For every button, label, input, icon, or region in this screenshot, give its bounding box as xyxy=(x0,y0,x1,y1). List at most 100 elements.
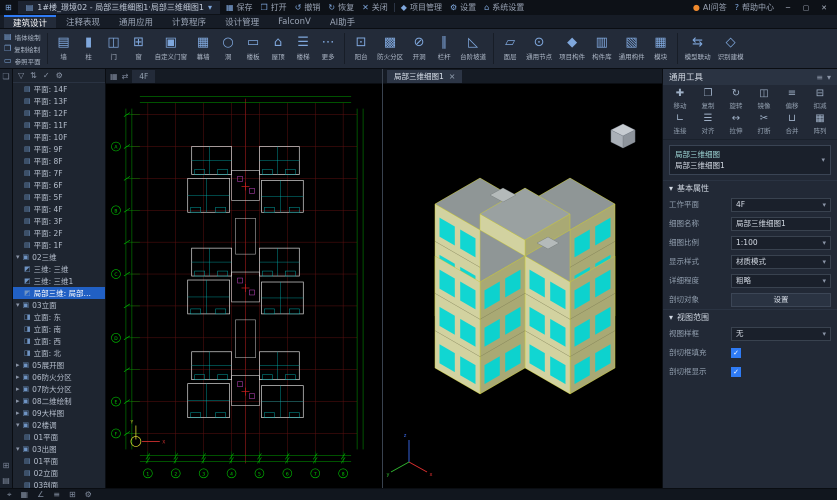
break-tool[interactable]: ✂打断 xyxy=(750,113,778,135)
tree-item[interactable]: ▤01平面 xyxy=(13,455,105,467)
type-selector[interactable]: 局部三维细图 局部三维细图1 ▾ xyxy=(669,145,831,175)
property-dropdown[interactable]: 4F▾ xyxy=(731,198,831,212)
ribbon-button-window[interactable]: ⊞窗 xyxy=(127,31,151,66)
tree-item[interactable]: ▤平面: 13F xyxy=(13,95,105,107)
ribbon-button-column[interactable]: ▮柱 xyxy=(77,31,101,66)
ribbon-button-recognize-model[interactable]: ◇识别建模 xyxy=(715,31,747,66)
tree-item[interactable]: ▤平面: 2F xyxy=(13,227,105,239)
tree-item[interactable]: ▾▣02楼调 xyxy=(13,419,105,431)
tree-item[interactable]: ▤平面: 5F xyxy=(13,191,105,203)
close-button[interactable]: ✕ xyxy=(816,1,832,14)
tree-item[interactable]: ◨立面: 北 xyxy=(13,347,105,359)
menu-icon[interactable]: ≡ xyxy=(816,73,823,82)
ribbon-button-railing[interactable]: ∥栏杆 xyxy=(432,31,456,66)
tree-item[interactable]: ▤03剖面 xyxy=(13,479,105,488)
plan-2d-canvas[interactable]: 12345678ABCDEFXY xyxy=(106,84,382,488)
ribbon-button-slab[interactable]: ▭楼板 xyxy=(241,31,265,66)
tree-item[interactable]: ◩局部三维: 局部… xyxy=(13,287,105,299)
ortho-icon[interactable]: ∠ xyxy=(37,491,44,499)
osnap-icon[interactable]: ⌖ xyxy=(7,491,12,499)
tree-item[interactable]: ▤平面: 7F xyxy=(13,167,105,179)
menu-tab-0[interactable]: 建筑设计 xyxy=(4,15,56,28)
menu-tab-4[interactable]: 设计管理 xyxy=(216,15,268,28)
tree-item[interactable]: ◩三维: 三维1 xyxy=(13,275,105,287)
tree-item[interactable]: ▤平面: 8F xyxy=(13,155,105,167)
ribbon-button-opening[interactable]: ○洞 xyxy=(216,31,240,66)
minimize-button[interactable]: ─ xyxy=(780,1,796,14)
document-tab[interactable]: ▤ 1#楼_璟境02 - 局部三维细图1·局部三维细图1 ▾ xyxy=(18,1,220,14)
settings-icon[interactable]: ⚙ xyxy=(85,491,92,499)
menu-tab-6[interactable]: AI助手 xyxy=(321,15,364,28)
settings-button[interactable]: 设置 xyxy=(731,293,831,307)
views-icon[interactable]: ⊞ xyxy=(3,461,10,470)
tree-item[interactable]: ▤平面: 3F xyxy=(13,215,105,227)
ribbon-button-finish-layer[interactable]: ▱面层 xyxy=(498,31,522,66)
section-header[interactable]: ▾基本属性 xyxy=(663,180,837,195)
tree-item[interactable]: ◨立面: 南 xyxy=(13,323,105,335)
tree-item[interactable]: ▤平面: 4F xyxy=(13,203,105,215)
tree-item[interactable]: ▸▣08二维绘制 xyxy=(13,395,105,407)
menu-tab-3[interactable]: 计算程序 xyxy=(163,15,215,28)
sort-icon[interactable]: ⇅ xyxy=(30,71,37,80)
ribbon-button-model-link[interactable]: ⇆模型联动 xyxy=(682,31,714,66)
ribbon-button-project-component[interactable]: ◆项目构件 xyxy=(556,31,588,66)
ribbon-button-custom-door-window[interactable]: ▣自定义门窗 xyxy=(152,31,191,66)
menu-tab-1[interactable]: 注释表现 xyxy=(57,15,109,28)
app-menu-icon[interactable]: ⊞ xyxy=(5,4,12,12)
open-button[interactable]: ❒打开 xyxy=(261,2,287,13)
ribbon-button-hole[interactable]: ⊘开洞 xyxy=(407,31,431,66)
offset-tool[interactable]: ≡偏移 xyxy=(778,88,806,110)
tree-item[interactable]: ▸▣07防大分区 xyxy=(13,383,105,395)
filter-icon[interactable]: ▽ xyxy=(18,71,24,80)
property-dropdown[interactable]: 1:100▾ xyxy=(731,236,831,250)
model-3d-canvas[interactable]: xyz xyxy=(383,84,662,488)
property-dropdown[interactable]: 无▾ xyxy=(731,327,831,341)
tree-item[interactable]: ▤平面: 11F xyxy=(13,119,105,131)
ribbon-button-component-library[interactable]: ▥构件库 xyxy=(589,31,615,66)
ribbon-button-fire-zone[interactable]: ▩防火分区 xyxy=(374,31,406,66)
tree-item[interactable]: ◨立面: 东 xyxy=(13,311,105,323)
tab-local-3d-view[interactable]: 局部三维细图1 × xyxy=(387,70,462,83)
property-input[interactable]: 局部三维细图1 xyxy=(731,217,831,231)
tree-item[interactable]: ▤平面: 6F xyxy=(13,179,105,191)
ribbon-button-ramp[interactable]: ◺台阶坡道 xyxy=(457,31,489,66)
ribbon-button-more[interactable]: ⋯更多 xyxy=(316,31,340,66)
ribbon-button-balcony[interactable]: ⊡阳台 xyxy=(349,31,373,66)
units-icon[interactable]: ⊞ xyxy=(69,491,76,499)
collapse-panel-icon[interactable]: ▾ xyxy=(827,73,831,82)
close-document-button[interactable]: ✕关闭 xyxy=(362,2,388,13)
ribbon-button-generic-node[interactable]: ⊙通用节点 xyxy=(523,31,555,66)
help-center-button[interactable]: ?帮助中心 xyxy=(735,2,774,13)
grid-icon[interactable]: ▦ xyxy=(21,491,29,499)
ribbon-button-copy-draw[interactable]: ❐复制绘制 xyxy=(4,43,41,54)
tree-item[interactable]: ▸▣09大样图 xyxy=(13,407,105,419)
maximize-button[interactable]: ▢ xyxy=(798,1,814,14)
tree-item[interactable]: ◩三维: 三维 xyxy=(13,263,105,275)
ribbon-button-door[interactable]: ◫门 xyxy=(102,31,126,66)
menu-tab-5[interactable]: FalconV xyxy=(269,15,320,28)
tree-item[interactable]: ▤平面: 12F xyxy=(13,107,105,119)
tree-item[interactable]: ◨立面: 西 xyxy=(13,335,105,347)
redo-button[interactable]: ↻恢复 xyxy=(328,2,354,13)
array-tool[interactable]: ▦阵列 xyxy=(806,113,834,135)
menu-tab-2[interactable]: 通用应用 xyxy=(110,15,162,28)
ai-assistant-button[interactable]: ●AI问答 xyxy=(693,2,727,13)
list-icon[interactable]: ▤ xyxy=(2,476,10,485)
tree-item[interactable]: ▾▣03立面 xyxy=(13,299,105,311)
align-tool[interactable]: ☰对齐 xyxy=(694,113,722,135)
tree-item[interactable]: ▸▣05展开图 xyxy=(13,359,105,371)
ribbon-button-wall-draw[interactable]: ▤墙体绘制 xyxy=(4,31,41,42)
tree-item[interactable]: ▾▣02三维 xyxy=(13,251,105,263)
tab-plan-4f[interactable]: 4F xyxy=(132,70,155,83)
sync-views-icon[interactable]: ⇄ xyxy=(122,72,129,81)
tree-item[interactable]: ▤平面: 9F xyxy=(13,143,105,155)
layout-icon[interactable]: ▦ xyxy=(110,72,118,81)
save-button[interactable]: ▦保存 xyxy=(226,2,253,13)
mirror-tool[interactable]: ◫镜像 xyxy=(750,88,778,110)
property-dropdown[interactable]: 材质模式▾ xyxy=(731,255,831,269)
settings-button[interactable]: ⚙设置 xyxy=(450,2,476,13)
property-dropdown[interactable]: 粗略▾ xyxy=(731,274,831,288)
tree-item[interactable]: ▤02立面 xyxy=(13,467,105,479)
ribbon-button-curtain-wall[interactable]: ▦幕墙 xyxy=(191,31,215,66)
tree-item[interactable]: ▸▣06防火分区 xyxy=(13,371,105,383)
